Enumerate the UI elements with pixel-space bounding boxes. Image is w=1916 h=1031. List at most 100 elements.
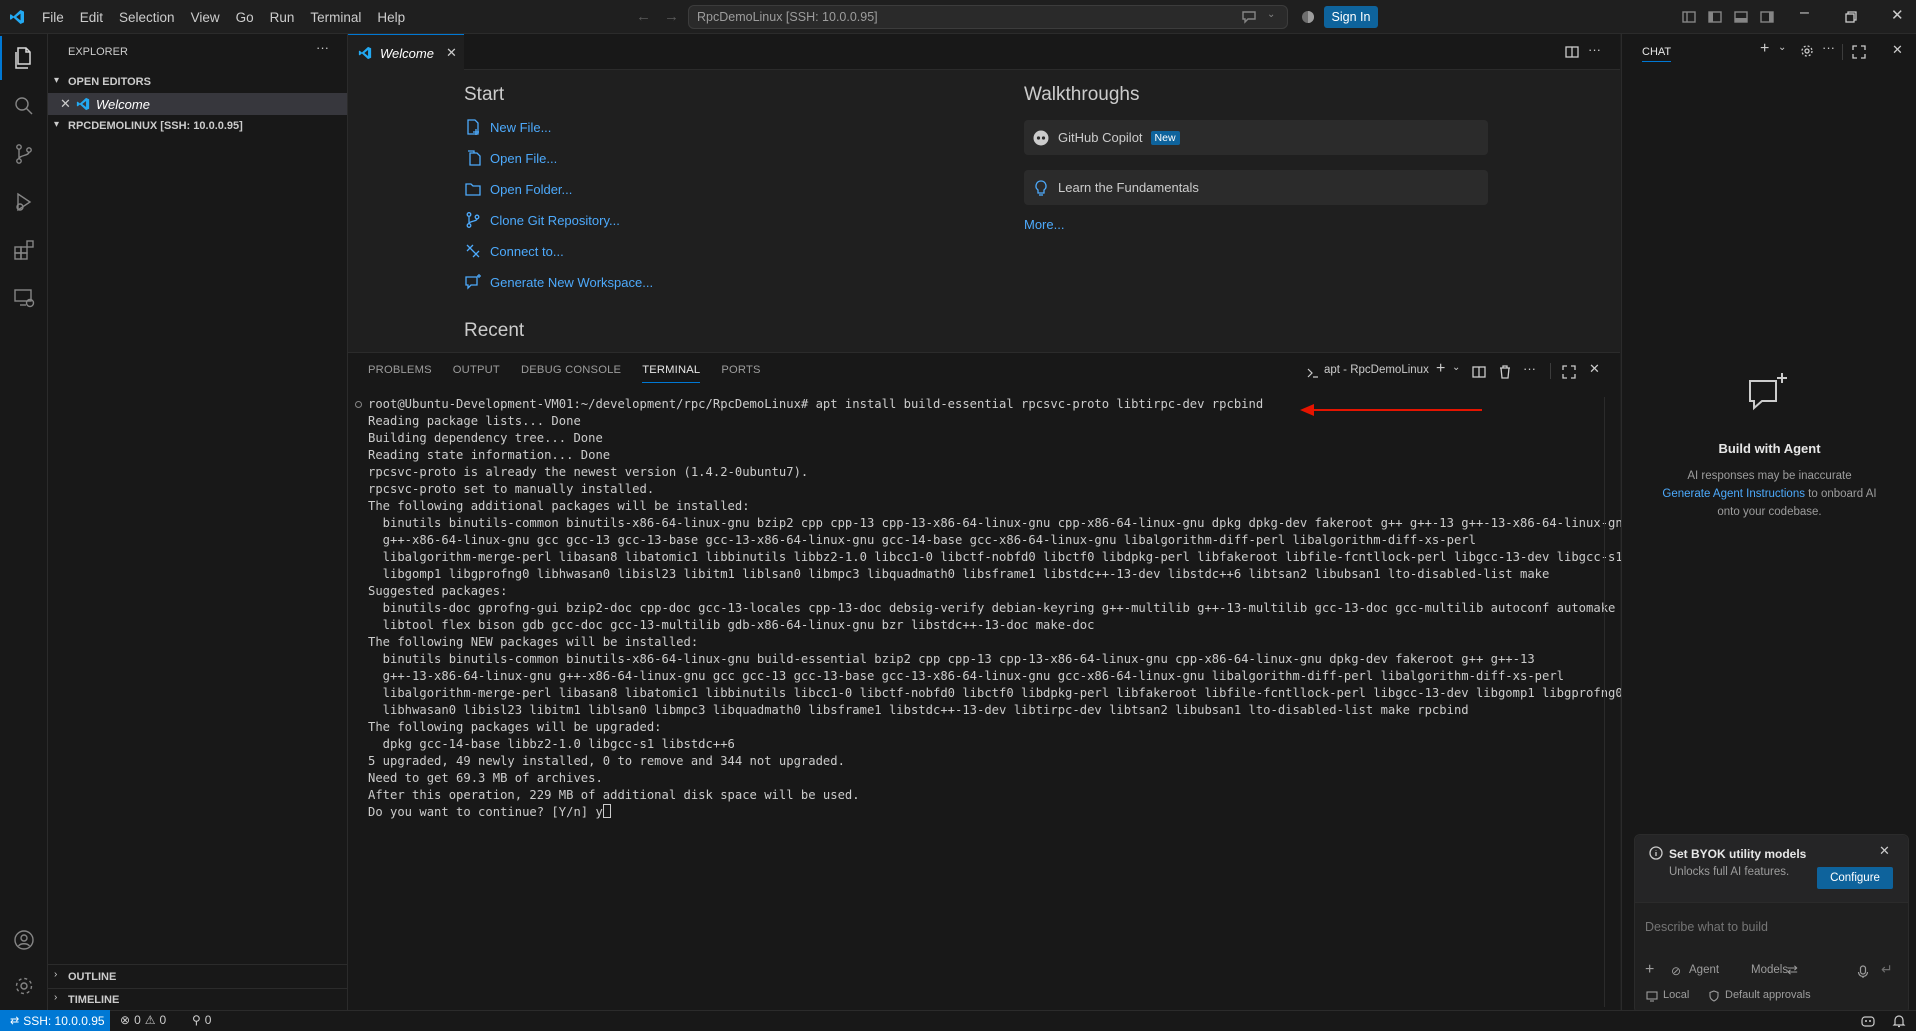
close-panel-icon[interactable]: ✕ (1589, 361, 1600, 377)
menu-help[interactable]: Help (369, 10, 413, 25)
menu-selection[interactable]: Selection (111, 10, 183, 25)
problems-status[interactable]: ⊗ 0 ⚠ 0 (120, 1013, 166, 1027)
open-folder-link[interactable]: Open Folder... (464, 180, 572, 198)
menu-file[interactable]: File (34, 10, 72, 25)
models-picker[interactable]: Models (1751, 964, 1788, 976)
forward-arrow-icon[interactable]: → (664, 8, 679, 25)
terminal-scrollbar[interactable] (1604, 397, 1612, 1007)
chat-bubble-icon[interactable] (1241, 10, 1257, 24)
trash-icon[interactable] (1498, 365, 1512, 379)
more-actions-icon[interactable]: ··· (316, 40, 329, 55)
customize-layout-icon[interactable] (1681, 9, 1697, 25)
remote-explorer-icon[interactable] (0, 274, 48, 322)
microphone-icon[interactable] (1857, 965, 1869, 979)
default-approvals-label[interactable]: Default approvals (1725, 989, 1811, 1001)
configure-button[interactable]: Configure (1817, 867, 1893, 889)
timeline-header[interactable]: › TIMELINE (48, 989, 347, 1011)
connect-to-link[interactable]: Connect to... (464, 242, 564, 260)
restore-icon[interactable] (1845, 11, 1857, 23)
tab-terminal[interactable]: TERMINAL (642, 364, 701, 383)
agent-mode-icon[interactable]: ⊘ (1671, 964, 1681, 978)
terminal-output[interactable]: root@Ubuntu-Development-VM01:~/developme… (368, 396, 1630, 821)
terminal-icon (1307, 368, 1318, 378)
menu-edit[interactable]: Edit (72, 10, 111, 25)
menu-terminal[interactable]: Terminal (302, 10, 369, 25)
build-with-agent-heading: Build with Agent (1718, 441, 1821, 456)
chat-panel: CHAT + ⌄ ··· ✕ Build with Agent AI respo… (1621, 34, 1916, 1014)
open-editors-header[interactable]: ▾ OPEN EDITORS (48, 72, 347, 94)
local-label[interactable]: Local (1663, 989, 1689, 1001)
accounts-icon[interactable] (0, 916, 48, 964)
tab-welcome[interactable]: Welcome ✕ (348, 34, 464, 70)
toggle-secondary-sidebar-icon[interactable] (1759, 9, 1775, 25)
run-debug-icon[interactable] (0, 178, 48, 226)
chevron-down-icon: ▾ (54, 75, 60, 86)
explorer-icon[interactable] (0, 34, 48, 82)
menu-run[interactable]: Run (262, 10, 303, 25)
back-arrow-icon[interactable]: ← (636, 8, 651, 25)
clone-git-link[interactable]: Clone Git Repository... (464, 211, 620, 229)
agent-mode-label[interactable]: Agent (1689, 964, 1719, 976)
copilot-status-icon[interactable] (1860, 1014, 1876, 1028)
terminal-name[interactable]: apt - RpcDemoLinux (1324, 364, 1429, 376)
generate-workspace-link[interactable]: Generate New Workspace... (464, 273, 653, 291)
maximize-panel-icon[interactable] (1562, 365, 1576, 379)
new-chat-icon[interactable]: + (1760, 40, 1769, 58)
manage-gear-icon[interactable] (0, 962, 48, 1010)
new-file-link[interactable]: New File... (464, 118, 551, 136)
close-window-icon[interactable]: ✕ (1891, 6, 1904, 24)
menu-go[interactable]: Go (228, 10, 262, 25)
dismiss-notification-icon[interactable]: ✕ (1879, 843, 1890, 859)
send-icon[interactable]: ↵ (1881, 961, 1893, 978)
maximize-icon[interactable] (1852, 45, 1866, 59)
more-actions-icon[interactable]: ··· (1588, 42, 1601, 57)
add-context-icon[interactable]: + (1645, 961, 1654, 979)
close-chat-icon[interactable]: ✕ (1892, 42, 1903, 58)
tab-problems[interactable]: PROBLEMS (368, 364, 432, 383)
extensions-icon[interactable] (0, 226, 48, 274)
split-editor-icon[interactable] (1564, 44, 1580, 60)
chevron-right-icon: › (54, 992, 58, 1003)
chat-input[interactable] (1635, 911, 1908, 943)
tab-debug-console[interactable]: DEBUG CONSOLE (521, 364, 621, 383)
toggle-primary-sidebar-icon[interactable] (1707, 9, 1723, 25)
explorer-sidebar: EXPLORER ··· ▾ OPEN EDITORS ✕ Welcome ▾ … (48, 34, 348, 1010)
tab-output[interactable]: OUTPUT (453, 364, 500, 383)
split-terminal-icon[interactable] (1472, 365, 1486, 379)
walkthrough-copilot[interactable]: GitHub Copilot New (1024, 120, 1488, 155)
status-bar: ⇄ SSH: 10.0.0.95 ⊗ 0 ⚠ 0 ⚲ 0 (0, 1010, 1916, 1031)
tools-icon[interactable]: ⇄ (1787, 962, 1798, 978)
more-actions-icon[interactable]: ··· (1523, 361, 1536, 376)
search-icon[interactable] (0, 82, 48, 130)
more-actions-icon[interactable]: ··· (1822, 40, 1835, 55)
source-control-icon[interactable] (0, 130, 48, 178)
outline-header[interactable]: › OUTLINE (48, 966, 347, 988)
terminal-line: Need to get 69.3 MB of archives. (368, 771, 603, 785)
workspace-folder-header[interactable]: ▾ RPCDEMOLINUX [SSH: 10.0.0.95] (48, 116, 347, 138)
chevron-down-icon[interactable]: ⌄ (1452, 362, 1460, 373)
close-tab-icon[interactable]: ✕ (446, 45, 457, 61)
generate-agent-instructions-link[interactable]: Generate Agent Instructions (1662, 488, 1805, 500)
remote-indicator[interactable]: ⇄ SSH: 10.0.0.95 (0, 1010, 110, 1031)
close-editor-icon[interactable]: ✕ (60, 96, 71, 112)
toggle-panel-icon[interactable] (1733, 9, 1749, 25)
copilot-icon[interactable] (1300, 9, 1316, 25)
minimize-icon[interactable]: – (1800, 4, 1809, 22)
more-walkthroughs-link[interactable]: More... (1024, 217, 1064, 232)
menu-bar: File Edit Selection View Go Run Terminal… (34, 0, 413, 34)
new-terminal-icon[interactable]: + (1436, 360, 1445, 378)
open-editor-item[interactable]: ✕ Welcome (48, 93, 347, 115)
clone-git-label: Clone Git Repository... (490, 212, 620, 228)
sign-in-button[interactable]: Sign In (1324, 6, 1378, 28)
notifications-bell-icon[interactable] (1892, 1014, 1906, 1028)
open-file-link[interactable]: Open File... (464, 149, 557, 167)
chevron-down-icon[interactable]: ⌄ (1778, 42, 1786, 53)
terminal-line: g++-x86-64-linux-gnu gcc gcc-13 gcc-13-b… (368, 533, 1476, 547)
command-center-search[interactable]: RpcDemoLinux [SSH: 10.0.0.95] ⌄ (688, 5, 1288, 29)
ports-status[interactable]: ⚲ 0 (192, 1013, 211, 1027)
chevron-down-icon[interactable]: ⌄ (1267, 9, 1275, 20)
settings-gear-icon[interactable] (1800, 44, 1814, 58)
walkthrough-fundamentals[interactable]: Learn the Fundamentals (1024, 170, 1488, 205)
tab-ports[interactable]: PORTS (721, 364, 760, 383)
menu-view[interactable]: View (183, 10, 228, 25)
